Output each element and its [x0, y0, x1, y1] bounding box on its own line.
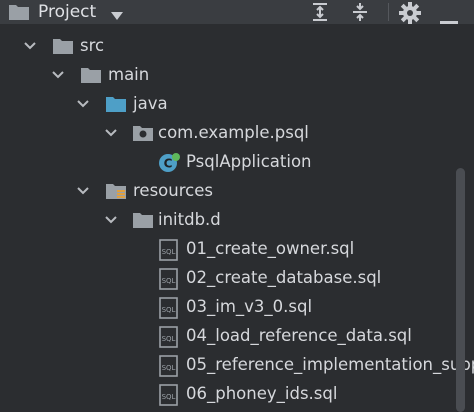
tree-item-label: src	[80, 36, 105, 55]
sql-file-icon: SQL	[158, 268, 178, 290]
tree-item-label: com.example.psql	[158, 123, 309, 142]
folder-icon	[132, 210, 153, 230]
package-icon	[132, 123, 153, 143]
svg-text:SQL: SQL	[162, 393, 176, 401]
sql-file-icon: SQL	[158, 239, 178, 261]
source-folder-icon	[105, 94, 126, 114]
tree-item-label: PsqlApplication	[186, 152, 312, 171]
tree-item-sql-file[interactable]: SQL 03_im_v3_0.sql	[0, 293, 474, 322]
tree-item-label: 02_create_database.sql	[186, 268, 382, 287]
tree-item-src[interactable]: src	[0, 32, 474, 61]
tree-item-label: main	[108, 65, 150, 84]
svg-text:SQL: SQL	[162, 306, 176, 314]
tree-item-sql-file[interactable]: SQL 05_reference_implementation_suppo	[0, 351, 474, 380]
tree-item-label: 01_create_owner.sql	[186, 239, 355, 258]
toolbar-divider	[388, 3, 389, 21]
tree-item-initdb[interactable]: initdb.d	[0, 206, 474, 235]
tree-item-java[interactable]: java	[0, 90, 474, 119]
vertical-scrollbar[interactable]	[456, 168, 465, 412]
tree-item-sql-file[interactable]: SQL 06_phoney_ids.sql	[0, 380, 474, 409]
tree-item-label: 06_phoney_ids.sql	[186, 384, 338, 403]
tree-item-label: initdb.d	[158, 210, 221, 229]
sql-file-icon: SQL	[158, 384, 178, 406]
tree-item-psql-application[interactable]: C PsqlApplication	[0, 148, 474, 177]
expand-all-icon[interactable]	[310, 2, 330, 26]
collapse-all-icon[interactable]	[350, 2, 370, 26]
tree-item-resources[interactable]: resources	[0, 177, 474, 206]
sql-file-icon: SQL	[158, 355, 178, 377]
tree-item-sql-file[interactable]: SQL 04_load_reference_data.sql	[0, 322, 474, 351]
chevron-down-icon[interactable]	[22, 38, 38, 54]
chevron-down-icon[interactable]	[50, 67, 66, 83]
chevron-down-icon[interactable]	[75, 96, 91, 112]
tree-item-label: resources	[133, 181, 213, 200]
svg-text:SQL: SQL	[162, 277, 176, 285]
folder-icon	[8, 2, 30, 26]
folder-icon	[80, 65, 101, 85]
sql-file-icon: SQL	[158, 297, 178, 319]
project-title[interactable]: Project	[38, 0, 96, 24]
tree-item-label: 05_reference_implementation_suppo	[186, 355, 474, 374]
resources-folder-icon	[105, 181, 126, 201]
chevron-down-icon[interactable]	[110, 6, 124, 25]
chevron-down-icon[interactable]	[75, 183, 91, 199]
minimize-icon[interactable]	[440, 10, 458, 29]
project-toolbar: Project	[0, 0, 474, 24]
gear-icon[interactable]	[399, 2, 421, 28]
svg-text:C: C	[164, 157, 173, 171]
tree-item-label: java	[133, 94, 168, 113]
tree-item-label: 04_load_reference_data.sql	[186, 326, 412, 345]
chevron-down-icon[interactable]	[103, 212, 119, 228]
svg-text:SQL: SQL	[162, 364, 176, 372]
tree-item-package[interactable]: com.example.psql	[0, 119, 474, 148]
spring-class-icon: C	[158, 152, 180, 172]
svg-text:SQL: SQL	[162, 335, 176, 343]
tree-item-main[interactable]: main	[0, 61, 474, 90]
chevron-down-icon[interactable]	[103, 125, 119, 141]
svg-text:SQL: SQL	[162, 248, 176, 256]
sql-file-icon: SQL	[158, 326, 178, 348]
folder-icon	[52, 36, 73, 56]
tree-item-label: 03_im_v3_0.sql	[186, 297, 313, 316]
tree-item-sql-file[interactable]: SQL 01_create_owner.sql	[0, 235, 474, 264]
tree-item-sql-file[interactable]: SQL 02_create_database.sql	[0, 264, 474, 293]
